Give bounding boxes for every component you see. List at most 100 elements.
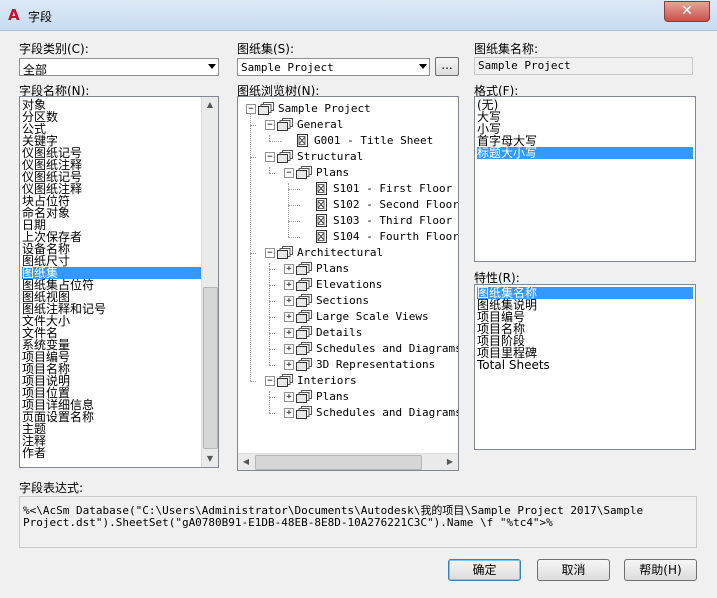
subset-folder-icon xyxy=(296,342,312,355)
expand-icon[interactable]: + xyxy=(284,328,294,338)
subset-folder-icon xyxy=(296,294,312,307)
tree-node[interactable]: S102 - Second Floor xyxy=(238,197,458,213)
collapse-icon[interactable]: − xyxy=(246,104,256,114)
tree-horizontal-scrollbar[interactable]: ◀ ▶ xyxy=(238,453,458,470)
collapse-icon[interactable]: − xyxy=(284,168,294,178)
list-item[interactable]: Total Sheets xyxy=(477,359,693,371)
collapse-icon[interactable]: − xyxy=(265,248,275,258)
tree-node[interactable]: + Details xyxy=(238,325,458,341)
tree-node-label: S104 - Fourth Floor xyxy=(333,230,459,243)
tree-node[interactable]: − Sample Project xyxy=(238,101,458,117)
sheet-icon xyxy=(315,214,329,227)
sheet-icon xyxy=(315,230,329,243)
list-item[interactable]: 作者 xyxy=(22,447,201,459)
tree-node-label: S103 - Third Floor F xyxy=(333,214,459,227)
tree-node-label: Structural xyxy=(297,150,364,163)
collapse-icon[interactable]: − xyxy=(265,376,275,386)
tree-node[interactable]: − Structural xyxy=(238,149,458,165)
collapse-icon[interactable]: − xyxy=(265,120,275,130)
autocad-logo-icon: A xyxy=(8,6,20,24)
scroll-right-icon[interactable]: ▶ xyxy=(442,454,458,470)
close-button[interactable]: ✕ xyxy=(664,1,710,22)
field-category-label: 字段类别(C): xyxy=(19,42,89,56)
field-names-list[interactable]: 对象 分区数 公式 关键字 仪图纸记号 仪图纸注释 仪图纸记号 仪图纸注释 块占位符 命名对象 日期… xyxy=(19,96,219,468)
sheet-set-icon xyxy=(258,102,274,115)
list-item[interactable]: 大写 xyxy=(477,111,693,123)
tree-node[interactable]: − General xyxy=(238,117,458,133)
tree-node[interactable]: + Sections xyxy=(238,293,458,309)
list-item[interactable]: (无) xyxy=(477,99,693,111)
tree-node-label: General xyxy=(297,118,344,131)
ok-button[interactable]: 确定 xyxy=(448,559,521,581)
tree-node[interactable]: + Elevations xyxy=(238,277,458,293)
subset-folder-icon xyxy=(277,118,293,131)
expand-icon[interactable]: + xyxy=(284,344,294,354)
browse-button[interactable]: ... xyxy=(435,57,459,76)
list-item[interactable]: 注释 xyxy=(22,435,201,447)
tree-node[interactable]: − Interiors xyxy=(238,373,458,389)
tree-node-label: Architectural xyxy=(297,246,384,259)
expand-icon[interactable]: + xyxy=(284,392,294,402)
list-item[interactable]: 标题大小写 xyxy=(477,147,693,159)
tree-node[interactable]: − Plans xyxy=(238,165,458,181)
expand-icon[interactable]: + xyxy=(284,280,294,290)
sheet-browse-tree[interactable]: − Sample Project − General G001 - Title Shee… xyxy=(237,96,459,471)
help-button[interactable]: 帮助(H) xyxy=(624,559,697,581)
list-item[interactable]: 命名对象 xyxy=(22,207,201,219)
tree-node-label: Details xyxy=(316,326,363,339)
window-title: 字段 xyxy=(28,10,53,24)
properties-list[interactable]: 图纸集名称 图纸集说明 项目编号 项目名称 项目阶段 项目里程碑 Total Sheets xyxy=(474,284,696,450)
tree-node[interactable]: + Schedules and Diagrams xyxy=(238,341,459,357)
scroll-thumb[interactable] xyxy=(203,287,218,449)
list-item[interactable]: 分区数 xyxy=(22,111,201,123)
tree-node[interactable]: + Schedules and Diagrams xyxy=(238,405,459,421)
sheet-icon xyxy=(315,182,329,195)
subset-folder-icon xyxy=(296,406,312,419)
tree-node[interactable]: + Plans xyxy=(238,389,458,405)
field-names-scrollbar[interactable]: ▲ ▼ xyxy=(201,97,218,467)
tree-node-label: Sections xyxy=(316,294,369,307)
sheet-icon xyxy=(315,198,329,211)
tree-node-label: Schedules and Diagrams xyxy=(316,406,459,419)
sheet-set-value: Sample Project xyxy=(241,61,334,74)
format-list[interactable]: (无) 大写 小写 首字母大写 标题大小写 xyxy=(474,96,696,262)
tree-node[interactable]: + Large Scale Views xyxy=(238,309,458,325)
subset-folder-icon xyxy=(296,262,312,275)
expand-icon[interactable]: + xyxy=(284,264,294,274)
scroll-thumb[interactable] xyxy=(255,455,422,470)
tree-node-label: Elevations xyxy=(316,278,383,291)
field-category-dropdown[interactable]: 全部 xyxy=(19,58,219,77)
tree-node-label: Sample Project xyxy=(278,102,371,115)
sheet-set-dropdown[interactable]: Sample Project xyxy=(237,58,430,76)
subset-folder-icon xyxy=(296,166,312,179)
sheet-set-name-field: Sample Project xyxy=(474,57,693,75)
tree-node[interactable]: S101 - First Floor P xyxy=(238,181,458,197)
chevron-down-icon xyxy=(208,64,216,69)
cancel-button[interactable]: 取消 xyxy=(537,559,610,581)
expand-icon[interactable]: + xyxy=(284,296,294,306)
list-item[interactable]: 主题 xyxy=(22,423,201,435)
collapse-icon[interactable]: − xyxy=(265,152,275,162)
tree-node[interactable]: + Plans xyxy=(238,261,458,277)
sheet-set-label: 图纸集(S): xyxy=(237,42,295,56)
scroll-up-icon[interactable]: ▲ xyxy=(202,97,218,113)
tree-node-label: Interiors xyxy=(297,374,357,387)
expand-icon[interactable]: + xyxy=(284,360,294,370)
scroll-left-icon[interactable]: ◀ xyxy=(238,454,254,470)
scroll-down-icon[interactable]: ▼ xyxy=(202,451,218,467)
tree-node[interactable]: +3D Representations xyxy=(238,357,458,373)
tree-node-label: Plans xyxy=(316,166,350,179)
subset-folder-icon xyxy=(277,150,293,163)
tree-node[interactable]: G001 - Title Sheet xyxy=(238,133,458,149)
tree-node-label: 3D Representations xyxy=(316,358,436,371)
tree-node[interactable]: − Architectural xyxy=(238,245,458,261)
title-bar: A 字段 ✕ xyxy=(0,0,717,31)
chevron-down-icon xyxy=(419,64,427,69)
tree-node-label: Schedules and Diagrams xyxy=(316,342,459,355)
subset-folder-icon xyxy=(296,326,312,339)
tree-node[interactable]: S103 - Third Floor F xyxy=(238,213,459,229)
tree-node[interactable]: S104 - Fourth Floor xyxy=(238,229,459,245)
expand-icon[interactable]: + xyxy=(284,408,294,418)
list-item[interactable]: 页面设置名称 xyxy=(22,411,201,423)
expand-icon[interactable]: + xyxy=(284,312,294,322)
